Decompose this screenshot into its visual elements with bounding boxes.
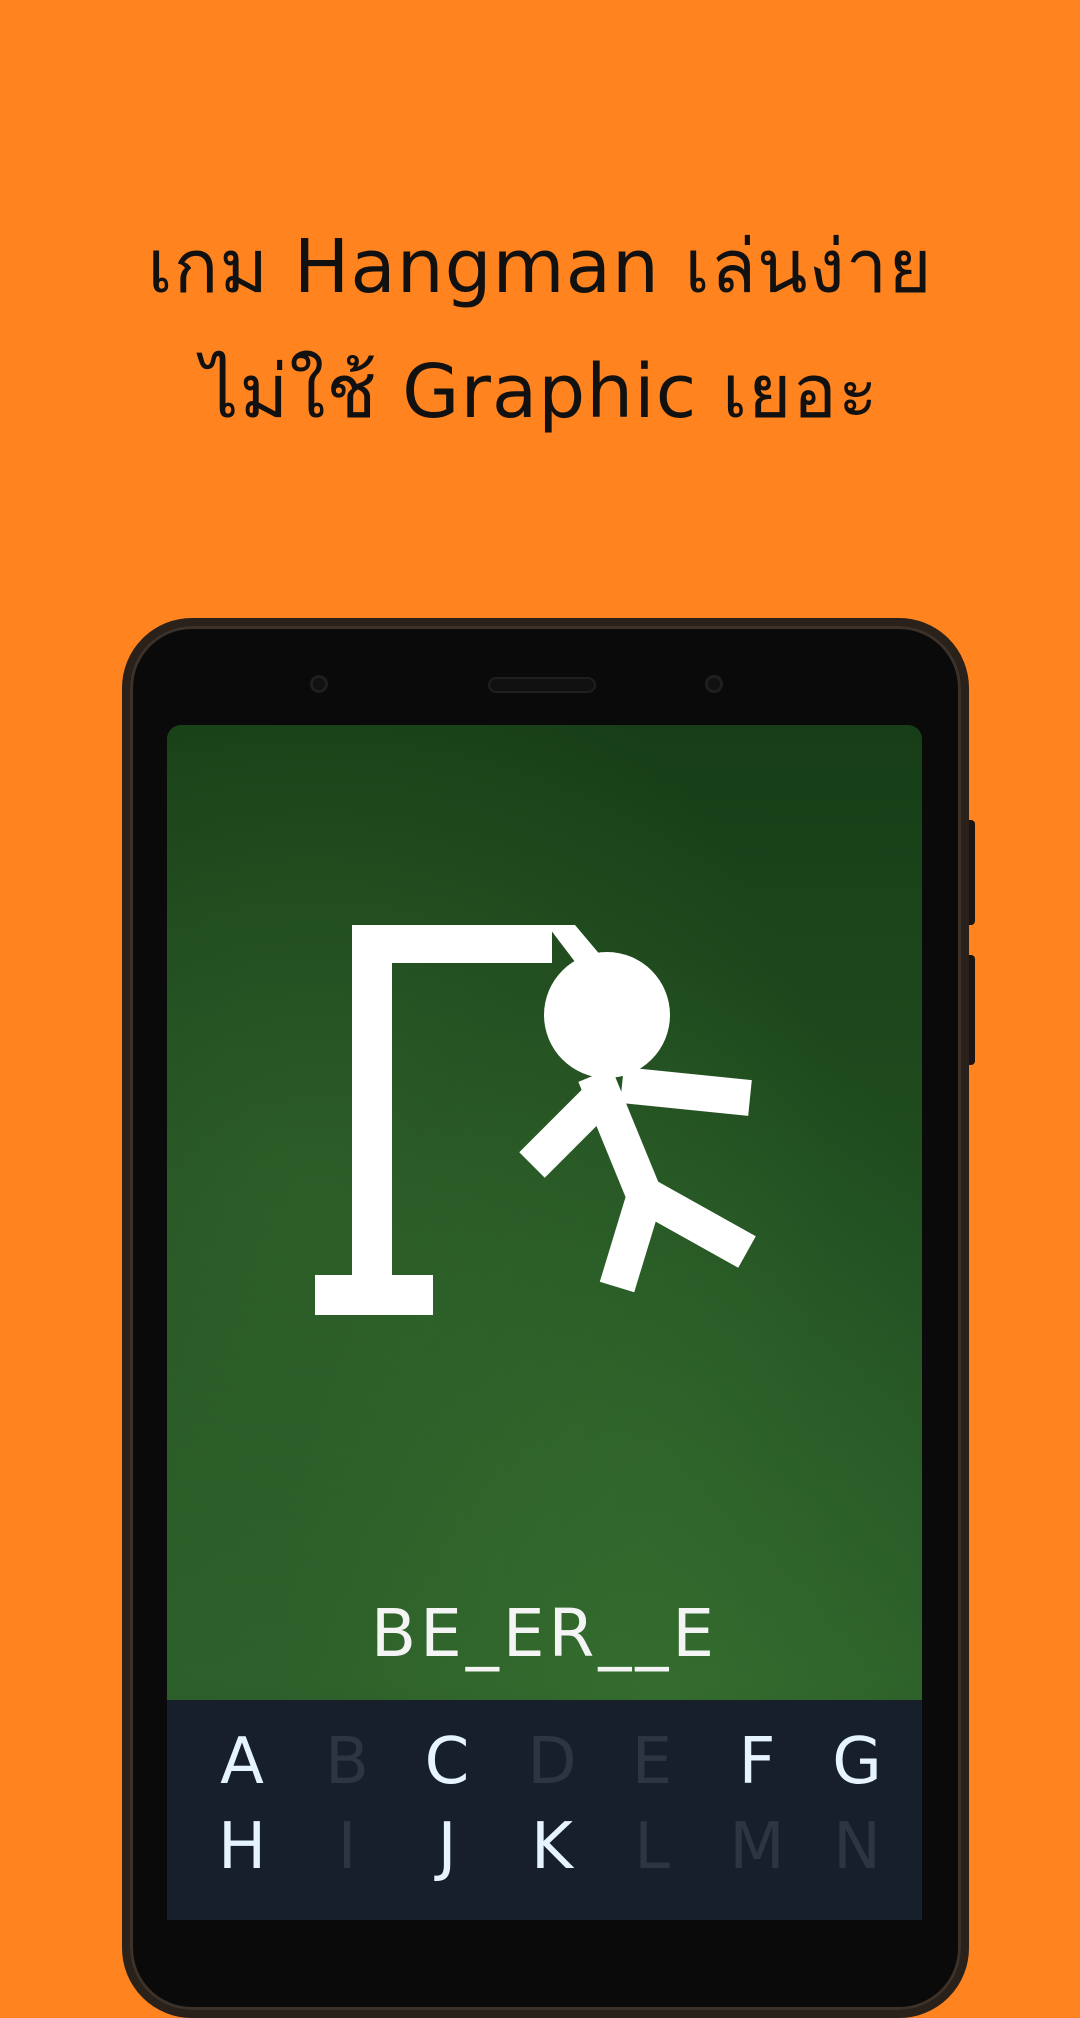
gallows-pole [352,925,392,1280]
hangman-head [544,952,670,1078]
headline-line-1: เกม Hangman เล่นง่าย [147,224,933,310]
key-b: B [325,1725,369,1799]
key-e: E [631,1725,673,1799]
gallows-beam [352,925,552,963]
letter-keyboard: ABCDEFG HIJKLMN [167,1700,922,1920]
hangman-right-leg [636,1179,756,1268]
hangman-right-arm [620,1067,752,1116]
headline: เกม Hangman เล่นง่าย ไม่ใช้ Graphic เยอะ [0,205,1080,455]
front-camera-icon [310,675,328,693]
key-l: L [634,1810,670,1884]
earpiece-speaker [488,677,596,693]
word-display: BE_ER__E [370,1595,719,1672]
game-screen: BE_ER__E ABCDEFG HIJKLMN [167,725,922,1920]
key-m: M [729,1810,785,1884]
key-n: N [833,1810,881,1884]
headline-line-2: ไม่ใช้ Graphic เยอะ [201,349,879,435]
key-g[interactable]: G [807,1725,907,1799]
gallows-base [315,1275,433,1315]
key-i: I [337,1810,357,1884]
key-j[interactable]: J [397,1810,497,1884]
key-a[interactable]: A [192,1725,292,1799]
hangman-drawing [315,925,756,1315]
key-k[interactable]: K [502,1810,602,1884]
key-f[interactable]: F [707,1725,807,1799]
key-d: D [527,1725,577,1799]
sensor-icon [705,675,723,693]
key-c[interactable]: C [397,1725,497,1799]
key-h[interactable]: H [192,1810,292,1884]
hangman-left-arm [519,1087,610,1178]
